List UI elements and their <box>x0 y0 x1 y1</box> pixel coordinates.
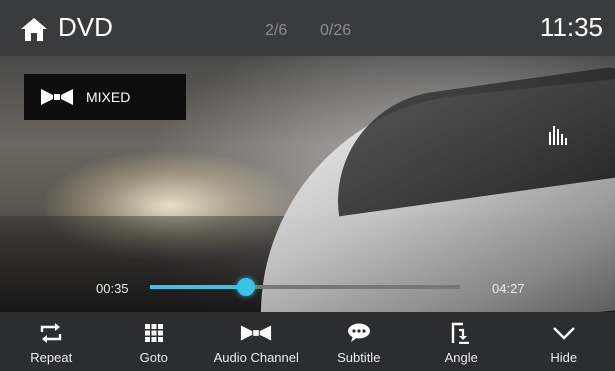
total-time: 04:27 <box>492 281 525 296</box>
goto-label: Goto <box>139 350 168 365</box>
track-counter: 2/6 <box>265 22 288 39</box>
goto-button[interactable]: Goto <box>103 312 206 371</box>
header-bar: DVD 2/6 0/26 11:35 <box>0 0 615 56</box>
grid-icon <box>144 324 163 342</box>
progress-bar[interactable] <box>150 278 460 296</box>
chevron-down-icon <box>552 327 575 340</box>
audio-mode-label: MIXED <box>86 89 131 105</box>
hide-label: Hide <box>550 350 578 365</box>
subtitle-button[interactable]: Subtitle <box>308 312 411 371</box>
hide-button[interactable]: Hide <box>513 312 615 371</box>
angle-button[interactable]: Angle <box>410 312 513 371</box>
video-area[interactable]: MIXED 00:35 04:27 <box>0 56 615 312</box>
repeat-icon <box>41 323 62 343</box>
progress-handle[interactable] <box>237 278 256 296</box>
subtitle-label: Subtitle <box>337 350 381 365</box>
repeat-button[interactable]: Repeat <box>0 312 103 371</box>
angle-icon <box>452 322 470 344</box>
home-icon[interactable] <box>20 16 48 42</box>
audio-channel-button[interactable]: Audio Channel <box>205 312 308 371</box>
equalizer-icon[interactable] <box>548 124 570 146</box>
audio-channel-icon <box>241 325 272 341</box>
current-time: 00:35 <box>96 281 129 296</box>
audio-channel-icon <box>41 89 73 105</box>
source-title: DVD <box>58 12 113 42</box>
subtitle-icon <box>347 323 370 342</box>
repeat-label: Repeat <box>30 350 73 365</box>
progress-fill <box>150 285 247 289</box>
dvd-player-screen: DVD 2/6 0/26 11:35 MIXED 00:35 04:27 Rep… <box>0 0 615 371</box>
angle-label: Angle <box>444 350 478 365</box>
audio-mode-badge: MIXED <box>24 74 186 120</box>
chapter-counter: 0/26 <box>320 22 352 39</box>
clock: 11:35 <box>539 12 603 42</box>
audio-channel-label: Audio Channel <box>213 350 299 365</box>
control-bar: Repeat Goto Audio Channel Subtitle Angle… <box>0 312 615 371</box>
